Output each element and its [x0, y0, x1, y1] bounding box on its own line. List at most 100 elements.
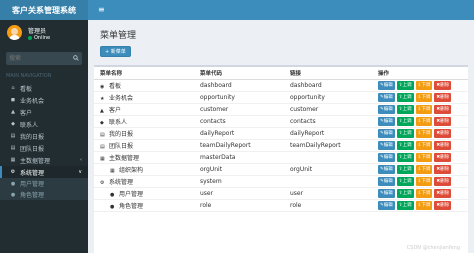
table-row: ▦ 组织架构 orgUnit orgUnit ✎编辑 ⇧上调 ⇩下调 ✖删除 — [94, 163, 468, 176]
move-down-button[interactable]: ⇩下调 — [415, 176, 433, 186]
table-row: ● 用户管理 user user ✎编辑 ⇧上调 ⇩下调 ✖删除 — [94, 187, 468, 200]
move-down-button[interactable]: ⇩下调 — [415, 128, 433, 138]
edit-button[interactable]: ✎编辑 — [378, 176, 395, 186]
menu-name-cell: ▦ 组织架构 — [94, 163, 194, 176]
sidebar-subitem[interactable]: ● 角色管理 — [0, 189, 88, 200]
move-up-button[interactable]: ⇧上调 — [396, 80, 414, 90]
move-down-button[interactable]: ⇩下调 — [415, 104, 433, 114]
move-up-button[interactable]: ⇧上调 — [396, 188, 414, 198]
move-up-button[interactable]: ⇧上调 — [396, 128, 414, 138]
edit-button[interactable]: ✎编辑 — [378, 92, 395, 102]
move-up-button[interactable]: ⇧上调 — [396, 104, 414, 114]
menu-table: 菜单名称 菜单代码 链接 操作 ◉ 看板 dashboard dashboard ✎编辑… — [94, 67, 468, 212]
row-icon: ▦ — [100, 155, 105, 162]
menu-link-cell — [284, 175, 372, 188]
table-row: ▤ 团队日报 teamDailyReport teamDailyReport ✎编辑 ⇧上… — [94, 139, 468, 152]
edit-button[interactable]: ✎编辑 — [378, 188, 395, 198]
edit-button[interactable]: ✎编辑 — [378, 104, 395, 114]
menu-name-cell: ▤ 我的日报 — [94, 127, 194, 140]
menu-link-cell: opportunity — [284, 91, 372, 104]
delete-button[interactable]: ✖删除 — [434, 116, 452, 126]
sidebar-item-label: 联系人 — [20, 121, 39, 129]
menu-code-cell: masterData — [194, 151, 284, 164]
sidebar-item[interactable]: ◼ 业务机会 — [0, 94, 88, 106]
move-up-button[interactable]: ⇧上调 — [396, 116, 414, 126]
sidebar-item[interactable]: ◆ 联系人 — [0, 118, 88, 130]
edit-button[interactable]: ✎编辑 — [378, 200, 395, 210]
sidebar-subitem[interactable]: ● 用户管理 — [0, 178, 88, 189]
edit-button[interactable]: ✎编辑 — [378, 164, 395, 174]
menu-name-cell: ● 角色管理 — [94, 199, 194, 212]
menu-toggle-icon[interactable]: ≡ — [98, 6, 105, 14]
search-icon[interactable] — [73, 55, 79, 61]
menu-code-cell: dashboard — [194, 79, 284, 92]
table-row: ● 角色管理 role role ✎编辑 ⇧上调 ⇩下调 ✖删除 — [94, 199, 468, 212]
move-down-button[interactable]: ⇩下调 — [415, 164, 433, 174]
delete-button[interactable]: ✖删除 — [434, 128, 452, 138]
user-panel: 管理员 Online — [0, 20, 88, 48]
actions-cell: ✎编辑 ⇧上调 ⇩下调 ✖删除 — [372, 91, 468, 104]
edit-button[interactable]: ✎编辑 — [378, 80, 395, 90]
move-down-button[interactable]: ⇩下调 — [415, 80, 433, 90]
sidebar-item[interactable]: ▤ 我的日报 — [0, 130, 88, 142]
delete-button[interactable]: ✖删除 — [434, 80, 452, 90]
sidebar-submenu: ● 用户管理 ● 角色管理 — [0, 178, 88, 200]
menu-name-cell: ● 用户管理 — [94, 187, 194, 200]
move-up-button[interactable]: ⇧上调 — [396, 200, 414, 210]
delete-button[interactable]: ✖删除 — [434, 200, 452, 210]
table-row: ▦ 主数据管理 masterData ✎编辑 ⇧上调 ⇩下调 ✖删除 — [94, 151, 468, 164]
col-name-header: 菜单名称 — [94, 67, 194, 80]
delete-button[interactable]: ✖删除 — [434, 140, 452, 150]
move-up-button[interactable]: ⇧上调 — [396, 164, 414, 174]
move-down-button[interactable]: ⇩下调 — [415, 92, 433, 102]
row-icon: ▤ — [100, 143, 105, 150]
move-down-button[interactable]: ⇩下调 — [415, 140, 433, 150]
menu-code-cell: teamDailyReport — [194, 139, 284, 152]
edit-button[interactable]: ✎编辑 — [378, 128, 395, 138]
sidebar-item-label: 客户 — [20, 109, 33, 117]
menu-link-cell: role — [284, 199, 372, 212]
avatar — [7, 25, 22, 40]
menu-link-cell: dashboard — [284, 79, 372, 92]
col-code-header: 菜单代码 — [194, 67, 284, 80]
app-logo[interactable]: 客户关系管理系统 — [0, 0, 88, 20]
table-header-row: 菜单名称 菜单代码 链接 操作 — [94, 67, 468, 80]
delete-button[interactable]: ✖删除 — [434, 164, 452, 174]
move-down-button[interactable]: ⇩下调 — [415, 188, 433, 198]
sidebar-item[interactable]: ▦ 主数据管理 ‹ — [0, 154, 88, 166]
row-icon: ◆ — [100, 119, 104, 126]
delete-button[interactable]: ✖删除 — [434, 152, 452, 162]
move-down-button[interactable]: ⇩下调 — [415, 152, 433, 162]
edit-button[interactable]: ✎编辑 — [378, 116, 395, 126]
edit-button[interactable]: ✎编辑 — [378, 140, 395, 150]
menu-name-cell: ▲ 客户 — [94, 103, 194, 116]
edit-button[interactable]: ✎编辑 — [378, 152, 395, 162]
delete-button[interactable]: ✖删除 — [434, 92, 452, 102]
user-name: 管理员 — [28, 28, 47, 35]
sidebar-item[interactable]: ▤ 团队日报 — [0, 142, 88, 154]
menu-link-cell: customer — [284, 103, 372, 116]
menu-icon: ⌂ — [11, 85, 15, 91]
sidebar: 管理员 Online MAIN NAVIGATION ⌂ 看板 ◼ 业务机会 ▲ 客户 ◆ 联… — [0, 20, 88, 253]
sidebar-item[interactable]: ▲ 客户 — [0, 106, 88, 118]
row-icon: ● — [110, 191, 115, 198]
col-actions-header: 操作 — [372, 67, 468, 80]
row-icon: ★ — [100, 95, 105, 102]
add-menu-button[interactable]: + 新菜单 — [100, 46, 131, 57]
caret-icon: ‹ — [80, 157, 82, 163]
move-up-button[interactable]: ⇧上调 — [396, 176, 414, 186]
sidebar-item[interactable]: ⚙ 系统管理 ∨ — [0, 166, 88, 178]
move-down-button[interactable]: ⇩下调 — [415, 116, 433, 126]
menu-name-cell: ◆ 联系人 — [94, 115, 194, 128]
search-input[interactable] — [6, 52, 68, 65]
delete-button[interactable]: ✖删除 — [434, 104, 452, 114]
delete-button[interactable]: ✖删除 — [434, 188, 452, 198]
move-down-button[interactable]: ⇩下调 — [415, 200, 433, 210]
actions-cell: ✎编辑 ⇧上调 ⇩下调 ✖删除 — [372, 199, 468, 212]
sidebar-item[interactable]: ⌂ 看板 — [0, 82, 88, 94]
menu-code-cell: dailyReport — [194, 127, 284, 140]
move-up-button[interactable]: ⇧上调 — [396, 92, 414, 102]
move-up-button[interactable]: ⇧上调 — [396, 152, 414, 162]
delete-button[interactable]: ✖删除 — [434, 176, 452, 186]
move-up-button[interactable]: ⇧上调 — [396, 140, 414, 150]
